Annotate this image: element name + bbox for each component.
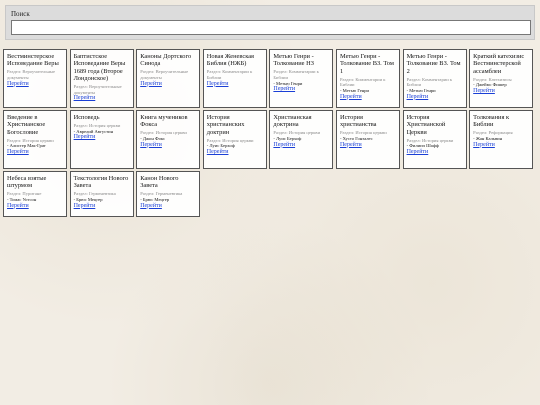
book-card: Новая Женевская Библия (НЖБ) Раздел: Комм…: [202, 49, 267, 108]
open-book-link[interactable]: Перейти: [7, 81, 63, 88]
book-title: Метью Генри - Толкование ВЗ. Том 2: [406, 53, 461, 75]
search-panel: Поиск: [5, 5, 535, 40]
search-label: Поиск: [11, 10, 30, 18]
book-title: Краткий катехизис Вестминстерской ассамб…: [473, 53, 525, 75]
book-card: История христианских доктрин Раздел: Исто…: [202, 110, 267, 169]
open-book-link[interactable]: Перейти: [273, 142, 329, 149]
open-book-link[interactable]: Перейти: [74, 134, 130, 141]
book-title: Толкования к Библии: [473, 114, 510, 129]
book-title: Введение в Христианское Богословие: [7, 114, 46, 136]
open-book-link[interactable]: Перейти: [340, 142, 396, 149]
book-card: Каноны Дортского Синода Раздел: Вероучите…: [136, 49, 201, 108]
book-card: Текстология Нового Завета Раздел: Гермене…: [69, 171, 134, 217]
book-card-grid: Вестминстерское Исповедание Веры Раздел: …: [3, 49, 537, 217]
book-section: Раздел: Комментарии к Библии: [406, 76, 453, 88]
book-card: История Христианской Церкви Раздел: Истор…: [402, 110, 467, 169]
book-section: Раздел: Комментарии к Библии: [206, 69, 253, 80]
book-title: Текстология Нового Завета: [73, 175, 129, 190]
book-card: Исповедь Раздел: История церкви - Аврелий …: [69, 110, 134, 169]
book-title: Канон Нового Завета: [140, 175, 179, 190]
open-book-link[interactable]: Перейти: [273, 86, 329, 93]
book-section: Раздел: Комментарии к Библии: [273, 69, 319, 80]
book-title: История Христианской Церкви: [406, 114, 446, 136]
book-title: Баптистское Исповедание Веры 1689 года (…: [73, 53, 126, 83]
open-book-link[interactable]: Перейти: [473, 88, 529, 95]
book-title: История христианских доктрин: [206, 114, 245, 136]
search-input[interactable]: [11, 20, 531, 35]
book-title: Вестминстерское Исповедание Веры: [7, 53, 59, 68]
open-book-link[interactable]: Перейти: [207, 149, 263, 156]
book-section: Раздел: Вероучительные документы: [140, 69, 189, 80]
book-title: Небеса взятые штурмом: [7, 175, 47, 190]
book-title: История христианства: [339, 114, 377, 129]
book-card: Канон Нового Завета Раздел: Герменевтика -…: [136, 171, 201, 217]
book-section: Раздел: Вероучительные документы: [7, 69, 56, 80]
book-card: Книга мучеников Фокса Раздел: История цер…: [136, 110, 201, 169]
book-card: Метью Генри - Толкование ВЗ. Том 1 Раздел…: [335, 49, 400, 108]
book-title: Исповедь: [73, 114, 100, 121]
open-book-link[interactable]: Перейти: [207, 81, 263, 88]
book-card: Метью Генри - Толкование НЗ Раздел: Комме…: [269, 49, 334, 108]
book-title: Книга мучеников Фокса: [140, 114, 188, 129]
book-card: Толкования к Библии Раздел: Реформация - Ж…: [469, 110, 534, 169]
open-book-link[interactable]: Перейти: [140, 203, 196, 210]
book-card: Христианская доктрина Раздел: История цер…: [269, 110, 334, 169]
book-title: Метью Генри - Толкование НЗ: [273, 53, 314, 68]
book-card: Метью Генри - Толкование ВЗ. Том 2 Раздел…: [402, 49, 467, 108]
open-book-link[interactable]: Перейти: [407, 94, 463, 101]
book-section: Раздел: Вероучительные документы: [73, 84, 122, 95]
book-title: Новая Женевская Библия (НЖБ): [206, 53, 254, 68]
open-book-link[interactable]: Перейти: [473, 142, 529, 149]
book-card: Краткий катехизис Вестминстерской ассамб…: [469, 49, 534, 108]
book-section: Раздел: Комментарии к Библии: [339, 76, 386, 88]
open-book-link[interactable]: Перейти: [407, 149, 463, 156]
open-book-link[interactable]: Перейти: [140, 81, 196, 88]
open-book-link[interactable]: Перейти: [7, 149, 63, 156]
book-card: Небеса взятые штурмом Раздел: Пуритане - Т…: [3, 171, 67, 217]
book-title: Метью Генри - Толкование ВЗ. Том 1: [339, 53, 394, 75]
book-title: Христианская доктрина: [273, 114, 312, 129]
book-card: История христианства Раздел: История церк…: [335, 110, 400, 169]
open-book-link[interactable]: Перейти: [7, 203, 63, 210]
book-title: Каноны Дортского Синода: [140, 53, 192, 68]
open-book-link[interactable]: Перейти: [74, 203, 130, 210]
book-card: Вестминстерское Исповедание Веры Раздел: …: [3, 49, 67, 108]
open-book-link[interactable]: Перейти: [74, 95, 130, 102]
open-book-link[interactable]: Перейти: [340, 94, 396, 101]
open-book-link[interactable]: Перейти: [140, 142, 196, 149]
book-card: Баптистское Исповедание Веры 1689 года (…: [69, 49, 134, 108]
book-card: Введение в Христианское Богословие Раздел…: [3, 110, 67, 169]
